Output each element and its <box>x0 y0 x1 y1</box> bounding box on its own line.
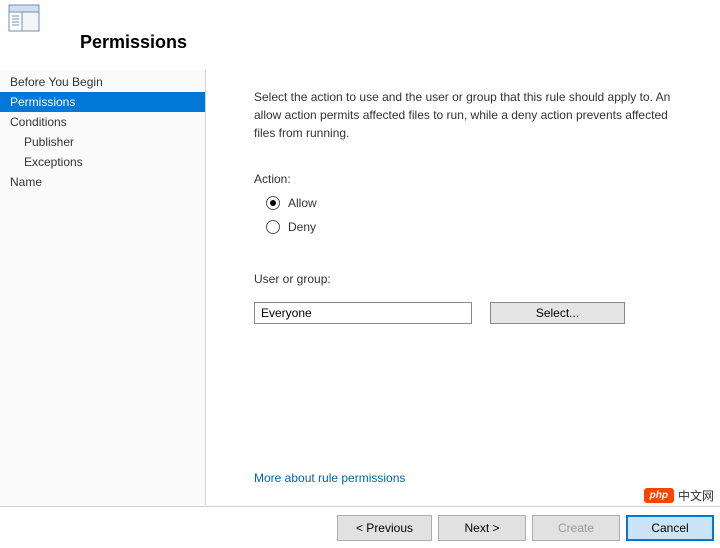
main-area: Before You Begin Permissions Conditions … <box>0 70 720 505</box>
previous-button[interactable]: < Previous <box>337 515 432 541</box>
nav-exceptions[interactable]: Exceptions <box>0 152 205 172</box>
cancel-button[interactable]: Cancel <box>626 515 714 541</box>
nav-conditions[interactable]: Conditions <box>0 112 205 132</box>
header: Permissions <box>0 0 720 70</box>
radio-allow[interactable]: Allow <box>266 196 686 210</box>
radio-deny[interactable]: Deny <box>266 220 686 234</box>
nav-name[interactable]: Name <box>0 172 205 192</box>
nav-permissions[interactable]: Permissions <box>0 92 205 112</box>
watermark-text: 中文网 <box>678 487 714 504</box>
radio-deny-label: Deny <box>288 220 316 234</box>
page-title: Permissions <box>80 32 187 53</box>
radio-deny-circle <box>266 220 280 234</box>
user-group-row: Select... <box>254 302 686 324</box>
footer: < Previous Next > Create Cancel <box>0 506 720 548</box>
watermark: php 中文网 <box>644 487 714 504</box>
more-about-link[interactable]: More about rule permissions <box>254 471 686 485</box>
select-button[interactable]: Select... <box>490 302 625 324</box>
radio-allow-circle <box>266 196 280 210</box>
radio-allow-label: Allow <box>288 196 317 210</box>
description-text: Select the action to use and the user or… <box>254 88 686 142</box>
nav-before-you-begin[interactable]: Before You Begin <box>0 72 205 92</box>
action-label: Action: <box>254 172 686 186</box>
next-button[interactable]: Next > <box>438 515 526 541</box>
content-panel: Select the action to use and the user or… <box>206 70 720 505</box>
user-group-input[interactable] <box>254 302 472 324</box>
action-radio-group: Allow Deny <box>266 196 686 244</box>
create-button[interactable]: Create <box>532 515 620 541</box>
sidebar: Before You Begin Permissions Conditions … <box>0 70 206 505</box>
app-icon <box>8 4 40 32</box>
watermark-badge: php <box>644 488 674 503</box>
user-group-label: User or group: <box>254 272 686 286</box>
nav-publisher[interactable]: Publisher <box>0 132 205 152</box>
